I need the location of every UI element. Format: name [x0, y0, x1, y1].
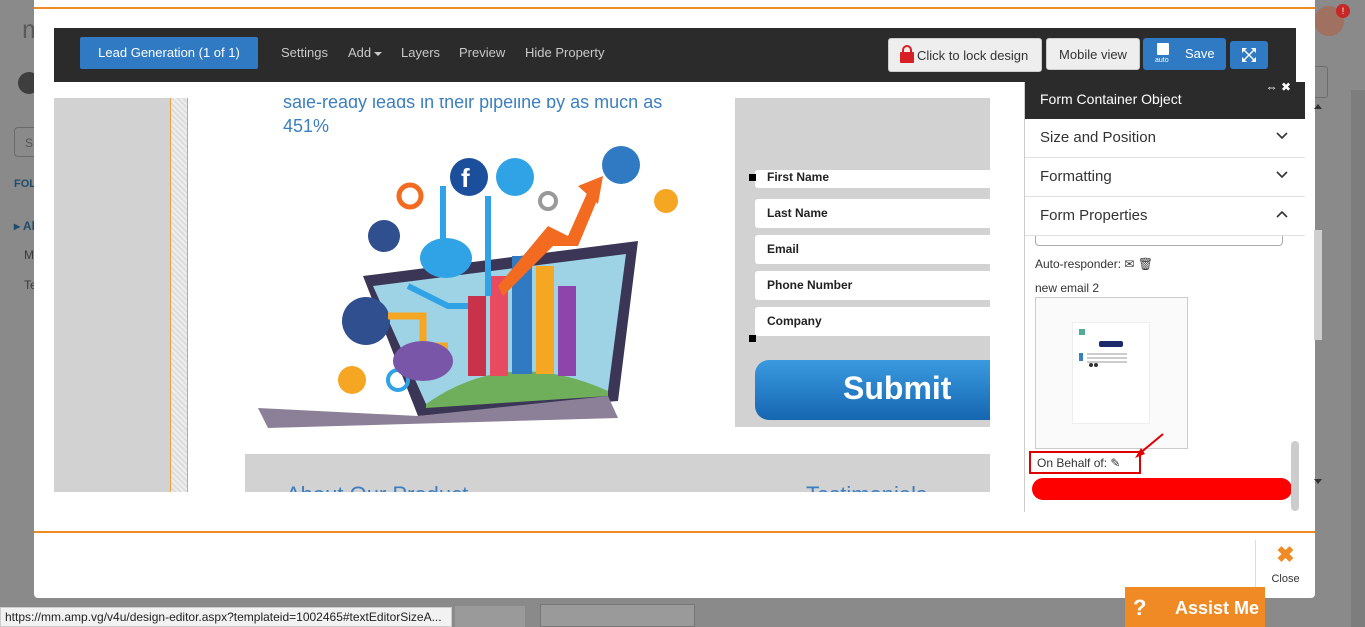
expand-icon [1242, 48, 1256, 62]
about-product-heading[interactable]: About Our Product [286, 482, 468, 492]
email-preview-content [1072, 322, 1150, 424]
editor-toolbar: Lead Generation (1 of 1) Settings Add La… [54, 28, 1296, 82]
on-behalf-of-label: On Behalf of: [1037, 456, 1108, 470]
marketing-illustration[interactable]: f [248, 146, 688, 431]
submit-button[interactable]: Submit [755, 360, 990, 420]
design-editor-modal: Lead Generation (1 of 1) Settings Add La… [34, 0, 1322, 598]
properties-title: Form Container Object [1040, 91, 1182, 107]
email-preview-graphic [1079, 329, 1127, 367]
notification-badge: ! [1336, 4, 1350, 18]
section-size-position[interactable]: Size and Position [1025, 119, 1305, 158]
resize-handle[interactable] [749, 335, 756, 342]
form-field-email[interactable]: Email [755, 235, 990, 264]
canvas-scrollbar[interactable] [1306, 96, 1330, 492]
assist-me-button[interactable]: ? Assist Me [1125, 587, 1265, 627]
preview-menu[interactable]: Preview [459, 45, 505, 60]
layers-menu[interactable]: Layers [401, 45, 440, 60]
auto-responder-label: Auto-responder: [1035, 257, 1122, 271]
section-label: Size and Position [1040, 129, 1156, 146]
mobile-view-button[interactable]: Mobile view [1046, 38, 1140, 70]
bottom-divider [34, 531, 1315, 533]
close-button[interactable]: ✖ Close [1255, 540, 1315, 592]
canvas-margin [54, 98, 170, 492]
close-label: Close [1271, 573, 1300, 585]
auto-save-checkbox[interactable] [1157, 43, 1169, 55]
background-all-item: ▸ Al [14, 219, 35, 233]
properties-panel: Form Container Object ⇔ ✖ Size and Posit… [1024, 80, 1305, 512]
redacted-value [1032, 478, 1292, 500]
auto-responder-row: Auto-responder: ✉ 🗑 [1035, 257, 1153, 271]
scroll-up-icon[interactable] [1306, 100, 1330, 112]
hero-text[interactable]: sale-ready leads in their pipeline by as… [283, 98, 663, 138]
hide-property-menu[interactable]: Hide Property [525, 45, 604, 60]
trash-icon[interactable]: 🗑 [1138, 257, 1153, 271]
pencil-icon[interactable]: ✎ [1110, 456, 1120, 470]
add-menu-label: Add [348, 45, 372, 60]
section-form-properties[interactable]: Form Properties [1025, 197, 1305, 236]
chevron-down-icon [1276, 132, 1288, 140]
background-thumbnail [455, 606, 525, 627]
assist-me-label: Assist Me [1175, 598, 1260, 618]
save-button[interactable]: auto Save [1143, 38, 1226, 70]
lock-icon [900, 45, 914, 63]
scroll-down-icon[interactable] [1306, 476, 1330, 488]
question-icon: ? [1133, 595, 1147, 620]
properties-scrollbar[interactable] [1291, 236, 1299, 512]
lock-design-label: Click to lock design [917, 48, 1029, 63]
browser-status-bar: https://mm.amp.vg/v4u/design-editor.aspx… [0, 607, 452, 627]
form-container[interactable]: First Name Last Name Email Phone Number … [735, 98, 990, 427]
testimonials-heading[interactable]: Testimonials [806, 482, 927, 492]
expand-button[interactable] [1230, 41, 1268, 69]
form-field-phone[interactable]: Phone Number [755, 271, 990, 300]
background-thumbnail [540, 604, 695, 627]
settings-menu[interactable]: Settings [281, 45, 328, 60]
resize-handle[interactable] [749, 174, 756, 181]
auto-responder-email-name: new email 2 [1035, 281, 1100, 295]
page-selector-button[interactable]: Lead Generation (1 of 1) [80, 37, 258, 69]
top-divider [34, 7, 1315, 9]
background-folders-label: FOL [14, 178, 36, 190]
close-icon: ✖ [1276, 542, 1295, 567]
scrollbar-thumb[interactable] [1291, 441, 1299, 511]
form-properties-content: Auto-responder: ✉ 🗑 new email 2 On Behal… [1025, 236, 1295, 512]
background-item-m: M [24, 248, 34, 262]
design-canvas[interactable]: sale-ready leads in their pipeline by as… [54, 98, 990, 492]
form-field-last-name[interactable]: Last Name [755, 199, 990, 228]
scrollbar-thumb[interactable] [1314, 230, 1322, 340]
collapse-icon[interactable]: ⇔ [1266, 80, 1278, 94]
section-label: Form Properties [1040, 207, 1148, 224]
caret-down-icon [374, 51, 383, 56]
close-panel-icon[interactable]: ✖ [1281, 80, 1291, 94]
background-scrollbar [1351, 90, 1365, 627]
add-menu[interactable]: Add [348, 45, 383, 60]
form-field-company[interactable]: Company [755, 307, 990, 336]
properties-header: Form Container Object ⇔ ✖ [1025, 80, 1305, 119]
form-select[interactable] [1035, 236, 1283, 246]
save-label: Save [1185, 46, 1215, 61]
envelope-icon[interactable]: ✉ [1124, 257, 1134, 271]
canvas-gutter [170, 98, 188, 492]
section-label: Formatting [1040, 168, 1112, 185]
chevron-down-icon [1276, 171, 1288, 179]
section-formatting[interactable]: Formatting [1025, 158, 1305, 197]
form-field-first-name[interactable]: First Name [755, 170, 990, 188]
annotation-arrow-icon [1135, 433, 1164, 458]
lock-design-button[interactable]: Click to lock design [888, 38, 1042, 72]
email-preview-thumbnail[interactable] [1035, 297, 1188, 449]
on-behalf-of-field[interactable]: On Behalf of: ✎ [1029, 451, 1141, 474]
auto-save-label: auto [1155, 57, 1169, 64]
panel-controls: ⇔ ✖ [1266, 80, 1291, 94]
svg-text:f: f [461, 163, 470, 193]
chevron-up-icon [1276, 210, 1288, 218]
